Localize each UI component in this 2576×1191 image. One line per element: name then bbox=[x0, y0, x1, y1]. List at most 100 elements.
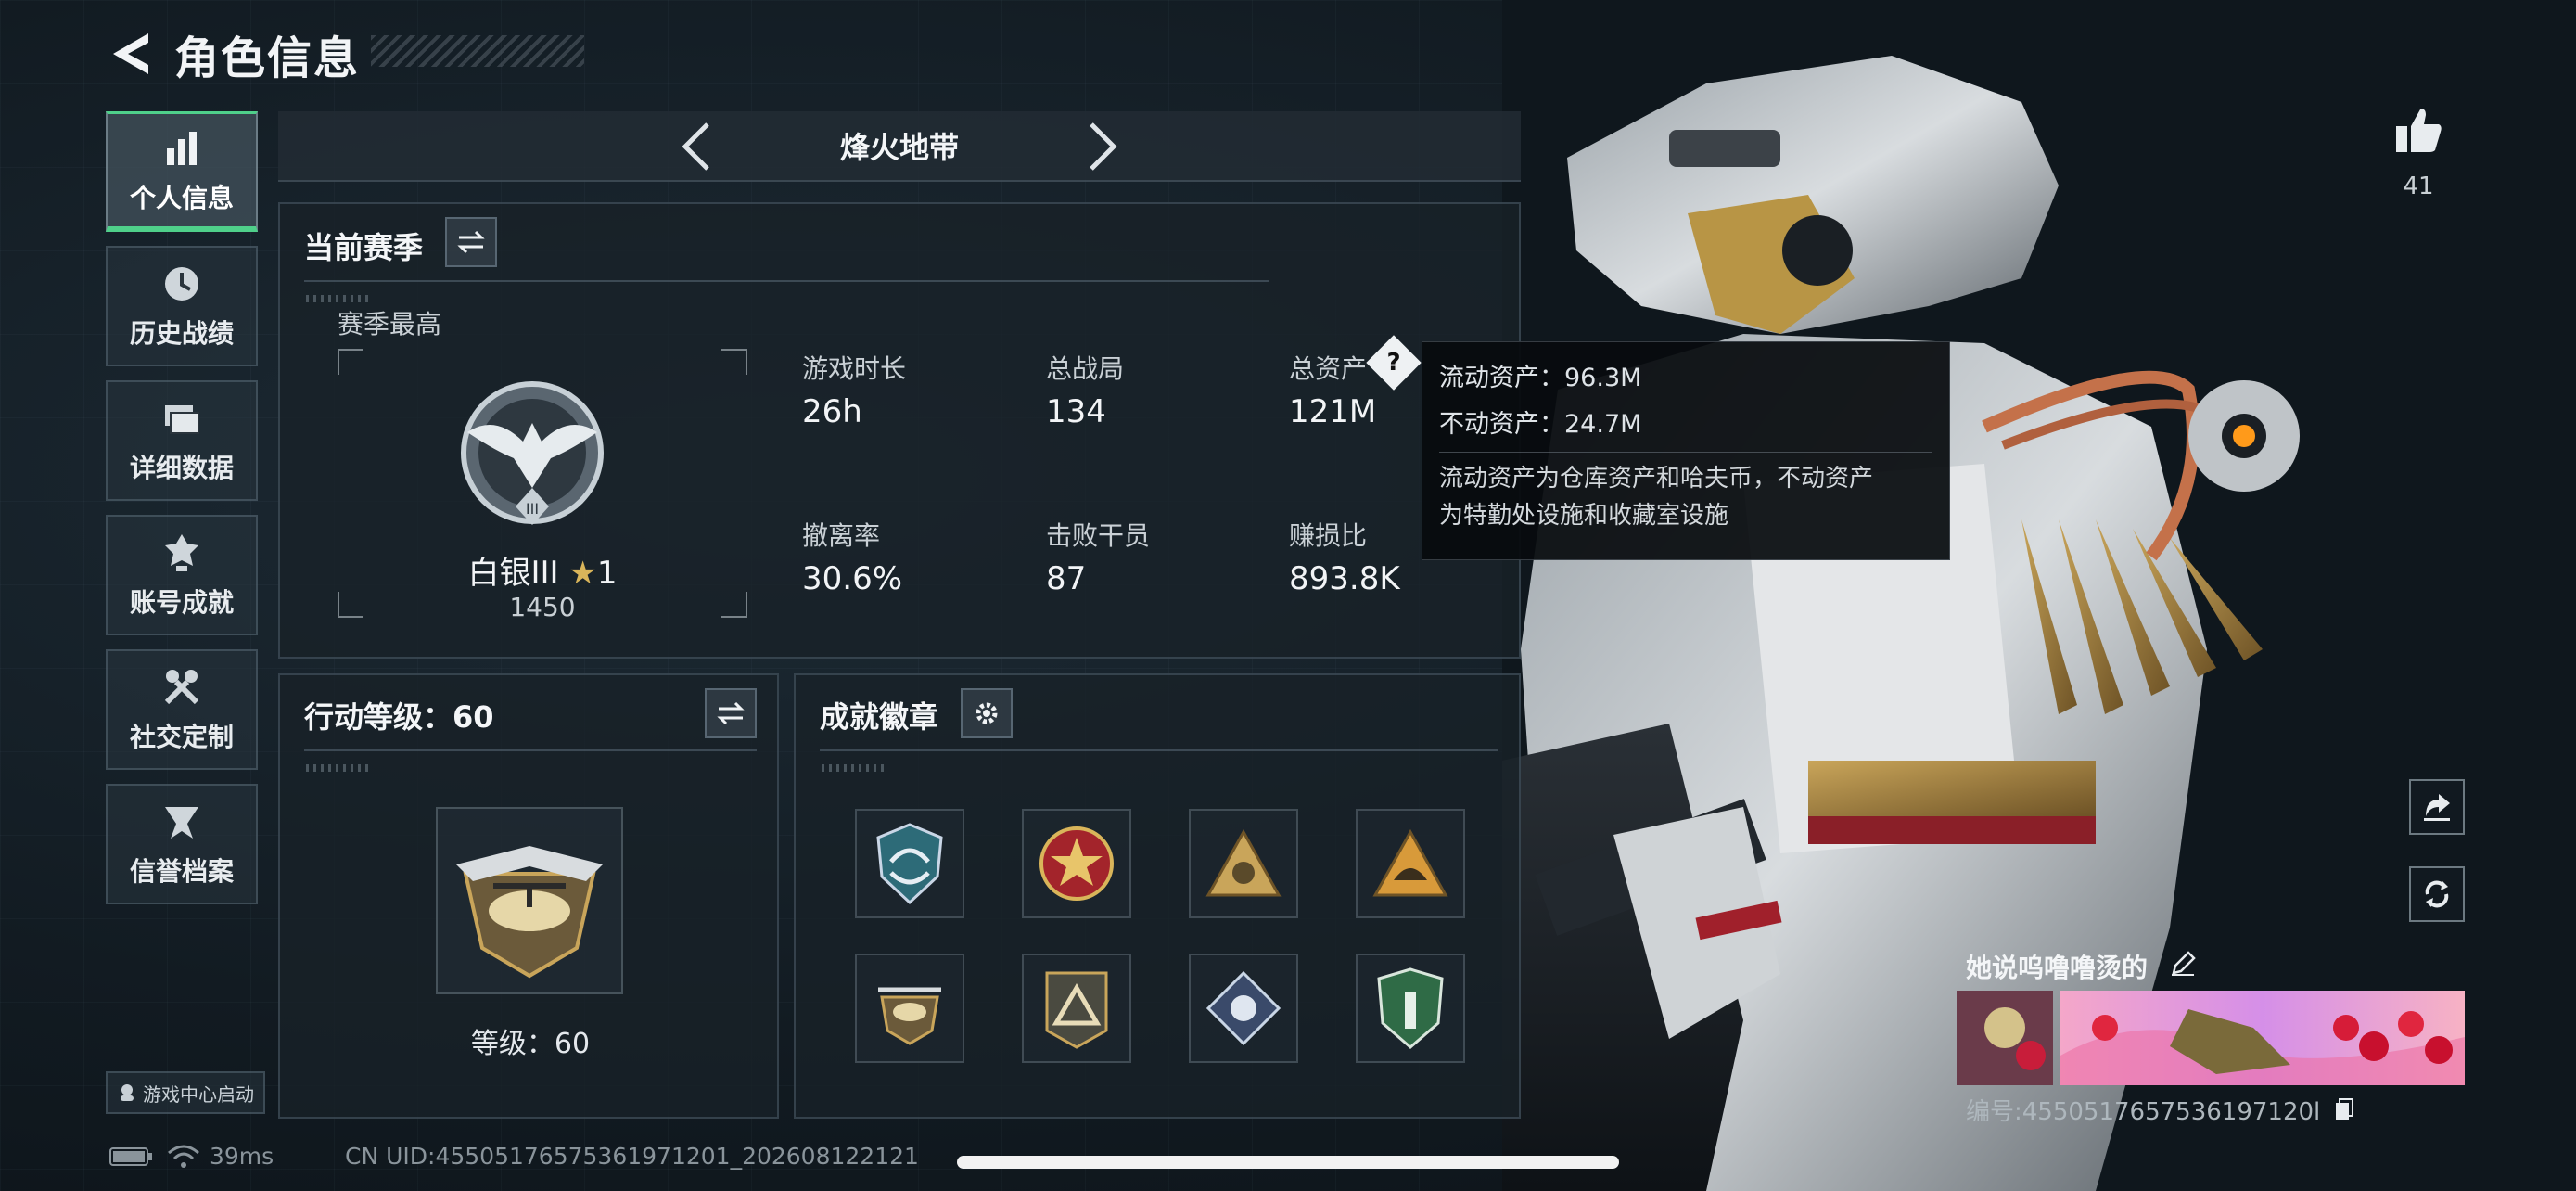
achievements-title: 成就徽章 bbox=[820, 699, 939, 735]
title-decoration bbox=[371, 35, 584, 67]
home-indicator[interactable] bbox=[957, 1156, 1619, 1169]
badge-shield-arrows[interactable] bbox=[855, 809, 964, 918]
helicopter-level-icon bbox=[456, 846, 603, 979]
refresh-icon bbox=[2425, 880, 2449, 908]
credit-icon bbox=[165, 807, 198, 839]
tooltip-desc-line2: 为特勤处设施和收藏室设施 bbox=[1439, 502, 1729, 530]
sidebar-item-label: 详细数据 bbox=[129, 453, 234, 483]
uid-text: CN UID:455051765753619712​01_20260812212… bbox=[345, 1143, 919, 1170]
badge-green-shield[interactable] bbox=[1356, 954, 1465, 1063]
launch-label: 游戏中心启动 bbox=[143, 1082, 254, 1106]
player-name-row: 她说呜噜噜烫的 bbox=[1966, 948, 2196, 985]
stat-value-play-time: 26h bbox=[802, 393, 862, 430]
badge-triangle-plate[interactable] bbox=[1022, 954, 1131, 1063]
divider bbox=[304, 280, 1269, 282]
ping: 39ms bbox=[210, 1143, 274, 1170]
like-count: 41 bbox=[2403, 173, 2434, 200]
player-id: 编号:4550517657536197120l bbox=[1966, 1098, 2321, 1126]
mode-selector: 烽火地带 bbox=[278, 111, 1521, 182]
edit-name-button[interactable] bbox=[2170, 951, 2196, 983]
badge-helmet-triangle[interactable] bbox=[1356, 809, 1465, 918]
sidebar-item-history[interactable]: 历史战绩 bbox=[106, 246, 258, 366]
next-mode-button[interactable] bbox=[1076, 119, 1131, 174]
player-id-row: 编号:4550517657536197120l bbox=[1966, 1093, 2354, 1128]
back-button[interactable] bbox=[102, 26, 158, 82]
decoration-dots bbox=[306, 764, 371, 772]
chevron-left-icon bbox=[682, 122, 709, 171]
star-icon: ★ bbox=[568, 555, 597, 592]
sidebar-item-label: 账号成就 bbox=[129, 587, 234, 618]
season-switch-button[interactable] bbox=[445, 217, 497, 267]
triangle-emblem-badge-icon bbox=[1205, 828, 1282, 897]
swap-icon bbox=[457, 230, 485, 254]
player-banner[interactable] bbox=[1957, 991, 2465, 1085]
game-center-launch-button[interactable]: 游戏中心启动 bbox=[106, 1071, 265, 1114]
pencil-icon bbox=[2171, 951, 2196, 976]
rank-stars: 1 bbox=[596, 555, 618, 592]
stat-value-extraction-rate: 30.6% bbox=[802, 560, 903, 597]
folder-icon bbox=[165, 405, 199, 434]
sidebar-item-social[interactable]: 社交定制 bbox=[106, 649, 258, 770]
level-emblem-frame bbox=[436, 807, 623, 994]
swap-icon bbox=[717, 701, 745, 725]
banner-artwork bbox=[1957, 991, 2465, 1085]
refresh-button[interactable] bbox=[2409, 866, 2465, 922]
battery-icon bbox=[109, 1146, 152, 1166]
sidebar-item-personal-info[interactable]: 个人信息 bbox=[106, 111, 258, 232]
gear-icon bbox=[976, 702, 998, 724]
sidebar-item-credit[interactable]: 信誉档案 bbox=[106, 784, 258, 904]
question-mark-icon: ? bbox=[1386, 349, 1401, 377]
copy-icon bbox=[2335, 1098, 2353, 1120]
thumbs-up-icon bbox=[2396, 109, 2442, 152]
triangle-plate-badge-icon bbox=[1045, 971, 1108, 1049]
action-level-panel: 行动等级：60 等级：60 bbox=[278, 673, 779, 1119]
page-title: 角色信息 bbox=[174, 32, 361, 84]
wifi-icon bbox=[168, 1145, 199, 1168]
svg-text:III: III bbox=[526, 500, 539, 518]
badge-diamond-flower[interactable] bbox=[1189, 954, 1298, 1063]
achievement-icon bbox=[165, 534, 198, 571]
stat-label-profit-ratio: 赚损比 bbox=[1289, 520, 1368, 551]
history-icon bbox=[165, 267, 198, 301]
stat-value-total-assets: 121M bbox=[1289, 393, 1377, 430]
badge-triangle-emblem[interactable] bbox=[1189, 809, 1298, 918]
frame-corner bbox=[721, 349, 747, 375]
decoration-dots bbox=[822, 764, 886, 772]
stat-label-total-assets: 总资产 bbox=[1289, 353, 1368, 384]
badge-red-star[interactable] bbox=[1022, 809, 1131, 918]
helmet-triangle-badge-icon bbox=[1372, 828, 1448, 897]
sidebar-item-label: 历史战绩 bbox=[129, 318, 234, 349]
tooltip-divider bbox=[1439, 452, 1932, 453]
action-level-switch-button[interactable] bbox=[705, 688, 757, 738]
season-best-label: 赛季最高 bbox=[338, 309, 442, 339]
sidebar: 个人信息 历史战绩 详细数据 账号成就 社交定制 信誉档案 bbox=[106, 111, 258, 918]
divider bbox=[820, 749, 1498, 751]
achievements-settings-button[interactable] bbox=[961, 688, 1013, 738]
helicopter-badge-icon bbox=[878, 987, 941, 1045]
stat-label-play-time: 游戏时长 bbox=[802, 353, 907, 384]
copy-id-button[interactable] bbox=[2334, 1097, 2354, 1128]
assets-tooltip: 流动资产：96.3M 不动资产：24.7M 流动资产为仓库资产和哈夫币，不动资产… bbox=[1422, 341, 1950, 560]
achievements-panel: 成就徽章 bbox=[794, 673, 1521, 1119]
sidebar-item-details[interactable]: 详细数据 bbox=[106, 380, 258, 501]
shield-arrows-badge-icon bbox=[876, 823, 943, 905]
diamond-flower-badge-icon bbox=[1205, 970, 1282, 1046]
tooltip-fixed-assets: 不动资产：24.7M bbox=[1439, 410, 1642, 439]
tooltip-desc-line1: 流动资产为仓库资产和哈夫币，不动资产 bbox=[1439, 465, 1874, 493]
silver-rank-emblem-icon: III bbox=[461, 381, 604, 525]
sidebar-item-achievements[interactable]: 账号成就 bbox=[106, 515, 258, 635]
tooltip-liquid-assets: 流动资产：96.3M bbox=[1439, 364, 1642, 392]
header: 角色信息 bbox=[102, 26, 360, 84]
previous-mode-button[interactable] bbox=[668, 119, 723, 174]
like-button[interactable] bbox=[2392, 104, 2444, 160]
sidebar-item-label: 个人信息 bbox=[129, 182, 234, 213]
rank-name: 白银III bbox=[467, 555, 559, 592]
sidebar-item-label: 社交定制 bbox=[129, 722, 234, 752]
badge-helicopter[interactable] bbox=[855, 954, 964, 1063]
divider bbox=[304, 749, 757, 751]
share-button[interactable] bbox=[2409, 779, 2465, 835]
green-shield-badge-icon bbox=[1377, 967, 1444, 1049]
stat-label-kills: 击败干员 bbox=[1046, 520, 1151, 551]
season-panel: 当前赛季 赛季最高 III 白银III ★1 1450 游戏时长 26h 总战局… bbox=[278, 202, 1521, 659]
stat-value-kills: 87 bbox=[1046, 560, 1087, 597]
